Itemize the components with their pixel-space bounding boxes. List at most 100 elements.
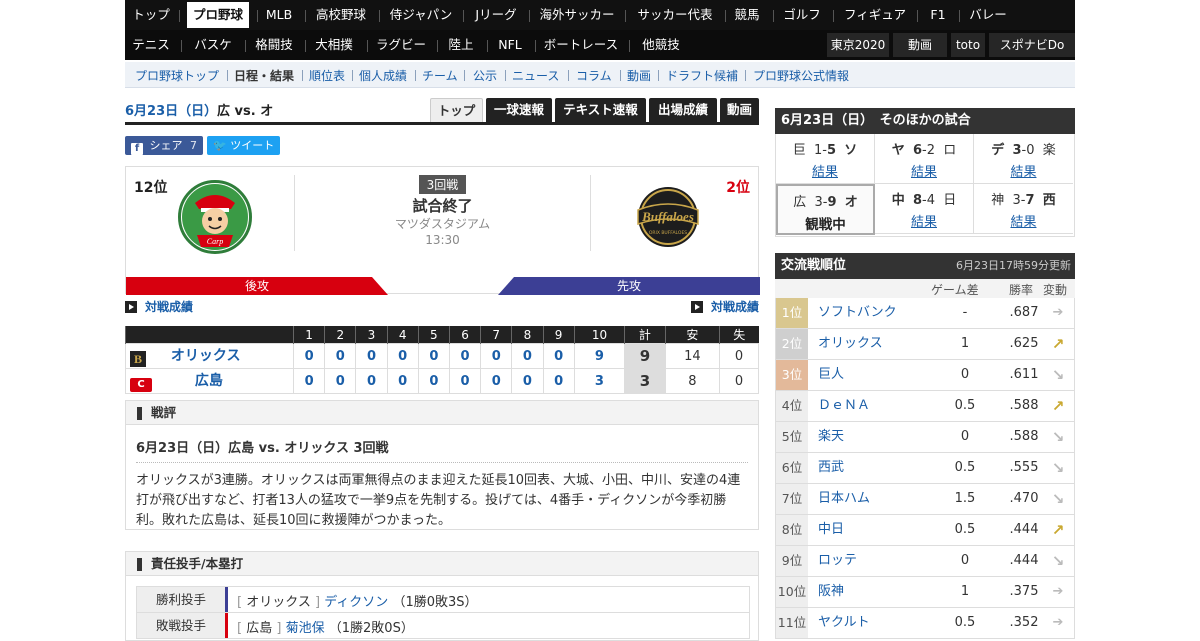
nav-item-toto[interactable]: toto (951, 33, 985, 57)
other-game[interactable]: 巨 1-5 ソ 結果 (776, 134, 875, 184)
nav-item-video[interactable]: 動画 (893, 33, 947, 57)
carp-logo[interactable]: Carp (178, 180, 252, 254)
nav-item-overseas-soccer[interactable]: 海外サッカー (533, 0, 621, 30)
col-pct: 勝率 (1009, 283, 1034, 297)
standings-team[interactable]: 西武 (818, 453, 844, 483)
inning-score[interactable]: 0 (448, 368, 482, 394)
inning-score[interactable]: 0 (355, 343, 388, 369)
standings-team[interactable]: 楽天 (818, 422, 844, 452)
inning-score[interactable]: 0 (542, 343, 575, 369)
subnav-column[interactable]: コラム (576, 67, 612, 84)
nav-item-samurai-japan[interactable]: 侍ジャパン (383, 0, 459, 30)
inning-score[interactable]: 0 (511, 368, 544, 394)
nav-item-tokyo2020[interactable]: 東京2020 (827, 33, 889, 57)
inning-score[interactable]: 0 (542, 368, 575, 394)
inning-score[interactable]: 0 (355, 368, 388, 394)
inning-score[interactable]: 0 (480, 368, 513, 394)
nav-item-volleyball[interactable]: バレー (965, 0, 1011, 30)
subnav-teams[interactable]: チーム (422, 67, 458, 84)
standings-team[interactable]: 中日 (818, 515, 844, 545)
tab-top[interactable]: トップ (430, 98, 483, 122)
head-to-head-link-away[interactable]: 対戦成績 (690, 298, 759, 315)
nav-item-hs-baseball[interactable]: 高校野球 (309, 0, 373, 30)
nav-item-sumo[interactable]: 大相撲 (309, 30, 359, 60)
standings-team[interactable]: 日本ハム (818, 484, 870, 514)
inning-score[interactable]: 0 (448, 343, 482, 369)
subnav-draft[interactable]: ドラフト候補 (666, 67, 738, 84)
nav-item-tennis[interactable]: テニス (125, 30, 177, 60)
subnav-standings[interactable]: 順位表 (309, 67, 345, 84)
inning-score[interactable]: 0 (480, 343, 513, 369)
nav-item-mlb[interactable]: MLB (259, 0, 299, 30)
nav-item-jleague[interactable]: Jリーグ (467, 0, 525, 30)
subnav-stats[interactable]: 個人成績 (359, 67, 407, 84)
col-trend: 変動 (1043, 283, 1068, 297)
team-name[interactable]: 広島 (195, 373, 223, 389)
inning-score[interactable]: 0 (386, 368, 419, 394)
nav-item-npb[interactable]: プロ野球 (187, 2, 249, 28)
result-link[interactable]: 結果 (974, 161, 1073, 180)
standings-team[interactable]: ソフトバンク (818, 298, 897, 328)
nav-item-other-sports[interactable]: 他競技 (635, 30, 687, 60)
result-link[interactable]: 結果 (875, 161, 973, 180)
standings-team[interactable]: 阪神 (818, 577, 844, 607)
pitcher-record: （1勝2敗0S） (328, 621, 414, 636)
standings-team[interactable]: オリックス (818, 329, 883, 359)
subnav-video[interactable]: 動画 (627, 67, 651, 84)
nav-item-basketball[interactable]: バスケ (187, 30, 239, 60)
venue[interactable]: マツダスタジアム (393, 216, 493, 232)
nav-item-sponavi-do[interactable]: スポナビDo (989, 33, 1075, 57)
inning-score[interactable]: 0 (417, 368, 450, 394)
inning-score[interactable]: 0 (386, 343, 419, 369)
nav-item-soccer-national[interactable]: サッカー代表 (629, 0, 721, 30)
inning-score[interactable]: 3 (573, 368, 626, 394)
nav-item-keiba[interactable]: 競馬 (729, 0, 765, 30)
standings-team[interactable]: ロッテ (818, 546, 857, 576)
nav-item-boat-race[interactable]: ボートレース (541, 30, 621, 60)
subnav-announcements[interactable]: 公示 (473, 67, 497, 84)
inning-score[interactable]: 0 (511, 343, 544, 369)
inning-score[interactable]: 9 (573, 343, 626, 369)
tab-text-live[interactable]: テキスト速報 (555, 98, 646, 122)
other-game[interactable]: 神 3-7 西 結果 (974, 184, 1073, 234)
subnav-official[interactable]: プロ野球公式情報 (753, 67, 849, 84)
other-game[interactable]: ヤ 6-2 ロ 結果 (875, 134, 974, 184)
head-to-head-link-home[interactable]: 対戦成績 (125, 298, 193, 315)
inning-score[interactable]: 0 (292, 343, 326, 369)
pitcher-name[interactable]: 菊池保 (286, 621, 325, 636)
tab-player-stats[interactable]: 出場成績 (649, 98, 717, 122)
current-game[interactable]: 広 3-9 オ 観戦中 (776, 184, 875, 235)
nav-item-athletics[interactable]: 陸上 (443, 30, 479, 60)
inning-score[interactable]: 0 (324, 368, 357, 394)
tab-pitch-by-pitch[interactable]: 一球速報 (486, 98, 552, 122)
standings-team[interactable]: ヤクルト (818, 608, 870, 638)
nav-item-golf[interactable]: ゴルフ (777, 0, 827, 30)
nav-item-martial-arts[interactable]: 格闘技 (249, 30, 299, 60)
other-game[interactable]: デ 3-0 楽 結果 (974, 134, 1073, 184)
result-link[interactable]: 結果 (974, 211, 1073, 230)
subnav-npb-top[interactable]: プロ野球トップ (135, 67, 219, 84)
result-link[interactable]: 結果 (875, 211, 973, 230)
buffaloes-logo[interactable]: Buffaloes ORIX BUFFALOES (631, 180, 705, 254)
subnav-schedule[interactable]: 日程・結果 (234, 67, 294, 84)
nav-item-f1[interactable]: F1 (923, 0, 953, 30)
other-game[interactable]: 中 8-4 日 結果 (875, 184, 974, 234)
tweet-button[interactable]: 🐦 ツイート (207, 136, 281, 155)
standings-team[interactable]: ＤｅＮＡ (818, 391, 870, 421)
other-games-title: 6月23日（日） そのほかの試合 (775, 108, 1075, 134)
team-name[interactable]: オリックス (171, 348, 241, 364)
subnav-news[interactable]: ニュース (512, 67, 559, 84)
pitcher-name[interactable]: ディクソン (324, 595, 388, 610)
inning-score[interactable]: 0 (292, 368, 326, 394)
nav-item-figure[interactable]: フィギュア (837, 0, 913, 30)
inning-header: 4 (386, 326, 419, 344)
nav-item-nfl[interactable]: NFL (493, 30, 527, 60)
inning-score[interactable]: 0 (417, 343, 450, 369)
inning-score[interactable]: 0 (324, 343, 357, 369)
nav-item-top[interactable]: トップ (125, 0, 177, 30)
tab-video[interactable]: 動画 (720, 98, 759, 122)
nav-item-rugby[interactable]: ラグビー (371, 30, 431, 60)
standings-team[interactable]: 巨人 (818, 360, 844, 390)
facebook-share-button[interactable]: f シェア 7 (125, 136, 203, 155)
result-link[interactable]: 結果 (776, 161, 874, 180)
